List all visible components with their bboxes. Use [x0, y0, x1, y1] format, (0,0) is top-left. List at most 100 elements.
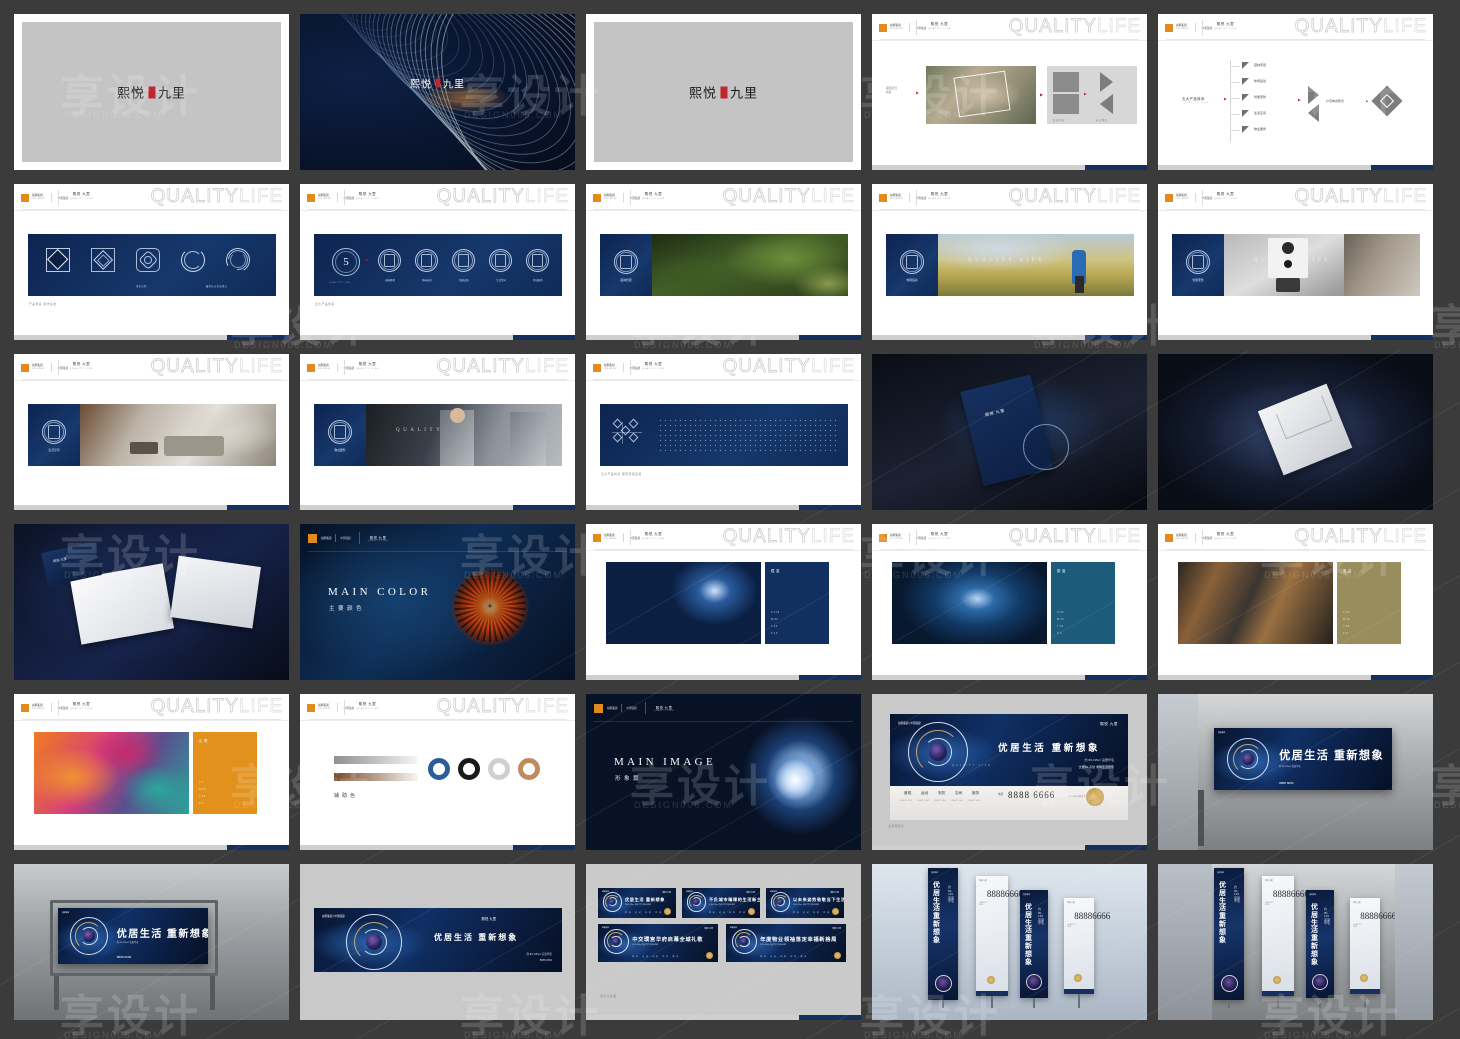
kv-banner-1[interactable]: 旭辉集团熙悦 九里不负城市璀璨的生活新主张约 80-135m² 宜居华宅 优居5… [682, 888, 760, 918]
kv-tag-3: 空间 [955, 791, 963, 795]
aux-color-bar-0 [334, 756, 418, 764]
slide-footer [872, 335, 1147, 340]
slide-footer [300, 335, 575, 340]
logo-divider [622, 193, 624, 202]
slide-thumbnail-12[interactable]: 旭辉集团 CIFI GROUP 中国铁建 熙悦 九里 QUALITY LIFE QUALI… [300, 354, 575, 510]
slide-thumbnail-3[interactable]: 熙悦 九里 [586, 14, 861, 170]
logo-left-text: 旭辉集团 CIFI GROUP [604, 533, 617, 540]
page-marker [799, 335, 861, 340]
slide-thumbnail-7[interactable]: 旭辉集团 CIFI GROUP 中国铁建 熙悦 九里 QUALITY LIFE QUALI… [300, 184, 575, 340]
slide-thumbnail-5[interactable]: 旭辉集团 CIFI GROUP 中国铁建 熙悦 九里 QUALITY LIFE QUALI… [1158, 14, 1433, 170]
header-wordmark: QUALITYLIFE [1008, 186, 1141, 208]
page-marker [513, 335, 575, 340]
kv-banner-2[interactable]: 旭辉集团 熙悦 九里 以未来姿势致敬当下生活约 80-135m² 宜居华宅 优居5E… [766, 888, 844, 918]
slide-thumbnail-15[interactable] [1158, 354, 1433, 510]
logo-divider [908, 23, 910, 32]
logo-left-text: 旭辉集团 CIFI GROUP [604, 363, 617, 370]
flag-banner-2[interactable]: 旭辉集团 优居生活重新想象约 80-135 首席华宅 [1306, 890, 1334, 1008]
slide-thumbnail-8[interactable]: 旭辉集团 CIFI GROUP 中国铁建 熙悦 九里 QUALITY LIFE QUALI… [586, 184, 861, 340]
logo-mark-icon [21, 703, 29, 712]
slide-thumbnail-14[interactable]: 熙悦 九里 [872, 354, 1147, 510]
header-wordmark: QUALITYLIFE [150, 186, 283, 208]
slide-thumbnail-25[interactable]: 旭辉集团 优居生活 重新想象约 80-135m² 宜居华宅 8888 6666 [1158, 694, 1433, 850]
kv-banner-4[interactable]: 旭辉集团 熙悦 九里 年度物业领袖落定幸福新格局约 80-135m² 宜居华宅 优居… [726, 924, 846, 962]
logo-left-text: 旭辉集团 CIFI GROUP [1176, 193, 1189, 200]
slide-thumbnail-16[interactable]: 熙悦 九里 [14, 524, 289, 680]
brand-logo: 旭辉集团 CIFI GROUP 中国铁建 [307, 363, 354, 372]
aux-donut-0 [428, 758, 450, 780]
shape-rect-bottom [1053, 94, 1079, 114]
kv-info-bar: 景观 QUALITY LIFE 运动 QUALITY LIFE 安防 QUALITY LI… [890, 786, 1128, 820]
kv-banner-3[interactable]: 旭辉集团 熙悦 九里 中交璞宫华府启幕全城礼敬约 80-135m² 宜居华宅 优居5… [598, 924, 718, 962]
slide-thumbnail-30[interactable]: 旭辉集团 优居生活重新想象约 80-135 首席华宅 熙悦 九里 88886666 QU… [1158, 864, 1433, 1020]
project-title: 熙悦 九里 QUALITY LIFE [928, 22, 951, 30]
slide-thumbnail-21[interactable]: 旭辉集团 CIFI GROUP 中国铁建 熙悦 九里 QUALITY LIFE QUALI… [14, 694, 289, 850]
slide-thumbnail-6[interactable]: 旭辉集团 CIFI GROUP 中国铁建 熙悦 九里 QUALITY LIFE QUALI… [14, 184, 289, 340]
system-icon [91, 248, 115, 272]
project-title-en: QUALITY LIFE [70, 198, 93, 200]
shape-caption-2: 标志雏形 [1096, 119, 1108, 122]
system-icon-label-2: 智能安防 [459, 279, 469, 282]
brand-logo: 旭辉集团 CIFI GROUP 中国铁建 [593, 363, 640, 372]
navy-panel: 5 QUALITY LIFE ▶ 园林景观 休闲运动 智能安防 生活空间 物业服务 [314, 234, 562, 296]
photo-overlay-text: QUALITY LIFE [968, 258, 1046, 263]
kv-banner-0[interactable]: 旭辉集团 熙悦 九里 优居生活 重新想象约 80-135m² 宜居华宅 优居5E系统… [598, 888, 676, 918]
flag-pole [1228, 1000, 1230, 1008]
project-title: 熙悦 九里 QUALITY LIFE [1214, 22, 1237, 30]
kv-sub-1: 约 80-135m² 宜居华宅 [1084, 758, 1114, 762]
slide-header: 旭辉集团 CIFI GROUP 中国铁建 熙悦 九里 QUALITY LIFE QUALI… [872, 184, 1147, 211]
merge-tri-1 [1308, 86, 1319, 104]
slide-thumbnail-20[interactable]: 旭辉集团 CIFI GROUP 中国铁建 熙悦 九里 QUALITY LIFE QUALI… [1158, 524, 1433, 680]
kv-orb-icon [740, 937, 748, 946]
slide-thumbnail-4[interactable]: 旭辉集团 CIFI GROUP 中国铁建 熙悦 九里 QUALITY LIFE QUALI… [872, 14, 1147, 170]
kv-orb-icon [612, 937, 620, 946]
flag-logo: 旭辉集团 [931, 872, 939, 874]
logo-divider [336, 703, 338, 712]
slide-thumbnail-10[interactable]: 旭辉集团 CIFI GROUP 中国铁建 熙悦 九里 QUALITY LIFE QUALI… [1158, 184, 1433, 340]
slide-thumbnail-2[interactable]: 熙悦 九里 [300, 14, 575, 170]
project-title: 熙悦 九里 QUALITY LIFE [356, 192, 379, 200]
slide-thumbnail-24[interactable]: 旭辉集团 | 中国铁建 熙悦 九里 优居生活 重新想象约 80-135m² 宜居华宅… [872, 694, 1147, 850]
kv-sub-2: 优居5E 系统 重构生活想象 [1078, 765, 1114, 769]
slide-thumbnail-18[interactable]: 旭辉集团 CIFI GROUP 中国铁建 熙悦 九里 QUALITY LIFE QUALI… [586, 524, 861, 680]
flag-banner-3[interactable]: 熙悦 九里 88886666 QUALITY LIFE [1350, 898, 1396, 1008]
page-marker [1085, 675, 1147, 680]
flag-logo: 熙悦 九里 [1353, 902, 1361, 904]
slide-footer [14, 845, 289, 850]
project-title-en: QUALITY LIFE [356, 368, 379, 370]
project-title-cn: 熙悦 九里 [358, 362, 377, 366]
kv-sub: 约 80-135m² 宜居华宅 优居5E系统 [709, 903, 735, 906]
slide-thumbnail-23[interactable]: 旭辉集团 中国铁建 熙悦 九里 QUALITY LIFE MAIN IMAGE 形象篇 [586, 694, 861, 850]
flag-banner-2[interactable]: 旭辉集团 优居生活重新想象约 80-135 首席华宅 [1020, 890, 1048, 1008]
flag-banner-0[interactable]: 旭辉集团 优居生活重新想象 约 80-135 首席华宅 [1214, 868, 1244, 1008]
slide-thumbnail-13[interactable]: 旭辉集团 CIFI GROUP 中国铁建 熙悦 九里 QUALITY LIFE QUALI… [586, 354, 861, 510]
logo-mark-icon [308, 533, 317, 543]
flag-title: 优居生活重新想象 [933, 882, 940, 944]
slide-thumbnail-17[interactable]: 旭辉集团 中国铁建 熙悦 九里 QUALITY LIFE MAIN COLOR 主要颜色 [300, 524, 575, 680]
logo-mark-icon [879, 193, 887, 202]
outdoor-kv-banner[interactable]: 旭辉集团 优居生活 重新想象约 80-135m² 宜居华宅 8888 6666 [1214, 728, 1392, 790]
slide-thumbnail-1[interactable]: 熙悦 九里 [14, 14, 289, 170]
flag-pole [1319, 998, 1321, 1008]
project-title-en: QUALITY LIFE [928, 198, 951, 200]
slide-thumbnail-22[interactable]: 旭辉集团 CIFI GROUP 中国铁建 熙悦 九里 QUALITY LIFE QUALI… [300, 694, 575, 850]
header-divider [644, 702, 646, 714]
slide-thumbnail-29[interactable]: 旭辉集团 优居生活重新想象约 80-135 首席华宅 熙悦 九里 88886666 QU… [872, 864, 1147, 1020]
project-title-en: QUALITY LIFE [1214, 538, 1237, 540]
slide-thumbnail-27[interactable]: 旭辉集团 | 中国铁建 熙悦 九里 优居生活 重新想象约 80-135m² 宜居华宅… [300, 864, 575, 1020]
slide-thumbnail-11[interactable]: 旭辉集团 CIFI GROUP 中国铁建 熙悦 九里 QUALITY LIFE QUALI… [14, 354, 289, 510]
logo-right-text: 中国铁建 [343, 706, 355, 710]
flag-banner-1[interactable]: 熙悦 九里 88886666 QUALITY LIFE [1262, 876, 1309, 1008]
kv-project-mark: 熙悦 九里 [481, 917, 496, 921]
street-building-left [1158, 864, 1212, 1020]
slide-thumbnail-9[interactable]: 旭辉集团 CIFI GROUP 中国铁建 熙悦 九里 QUALITY LIFE QUALI… [872, 184, 1147, 340]
slide-thumbnail-26[interactable]: 旭辉集团 优居生活 重新想象约 80-135m² 宜居华宅 8888 6666 [14, 864, 289, 1020]
flag-banner-3[interactable]: 熙悦 九里 88886666 QUALITY LIFE [1064, 898, 1110, 1008]
slide-thumbnail-19[interactable]: 旭辉集团 CIFI GROUP 中国铁建 熙悦 九里 QUALITY LIFE QUALI… [872, 524, 1147, 680]
system-badge-icon [526, 249, 549, 272]
brand-logo: 旭辉集团 CIFI GROUP 中国铁建 [1165, 23, 1212, 32]
flag-banner-0[interactable]: 旭辉集团 优居生活重新想象 约 80-135 首席华宅 [928, 868, 958, 1008]
flag-banner-1[interactable]: 熙悦 九里 88886666 QUALITY LIFE [976, 876, 1023, 1008]
slide-thumbnail-28[interactable]: 旭辉集团 熙悦 九里 优居生活 重新想象约 80-135m² 宜居华宅 优居5E系统… [586, 864, 861, 1020]
header-wordmark: QUALITYLIFE [436, 356, 569, 378]
